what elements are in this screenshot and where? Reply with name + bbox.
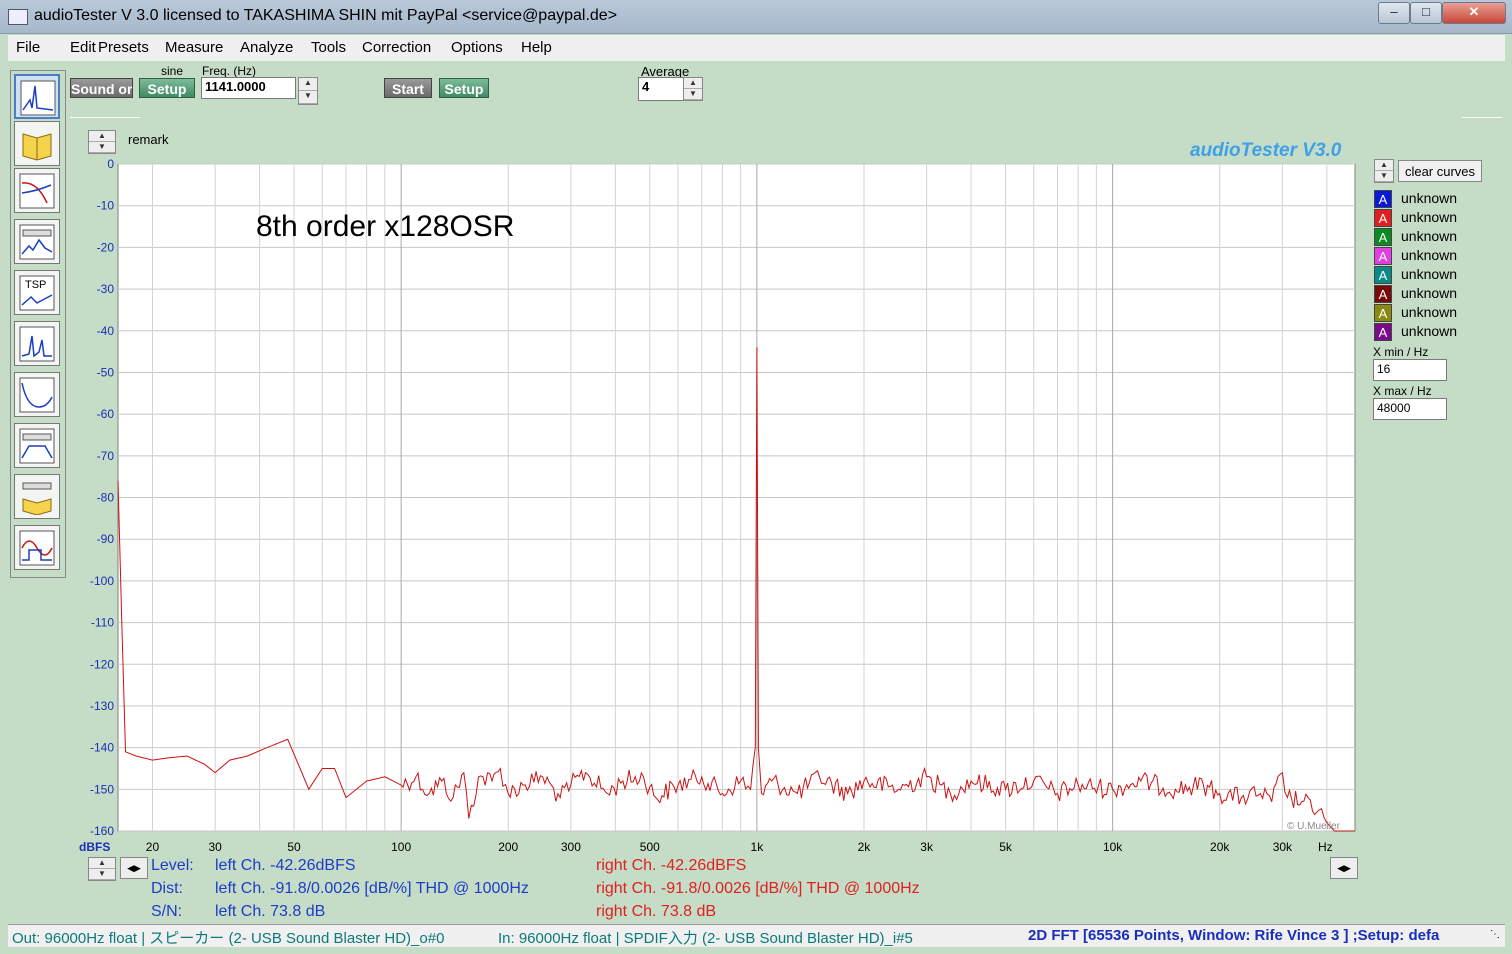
y-axis: 0 -10 -20 -30 -40 -50 -60 -70 -80 -90 -100 -110 -120…: [90, 157, 114, 838]
level-left: left Ch. -42.26dBFS: [215, 857, 356, 874]
sn-right: right Ch. 73.8 dB: [596, 903, 717, 920]
x-tick-label: 3k: [920, 840, 934, 854]
y-tick-label: -90: [97, 532, 115, 546]
spin-up-icon[interactable]: ▲: [89, 858, 115, 869]
xmax-input[interactable]: 48000: [1373, 398, 1447, 420]
curves-spinner[interactable]: ▲ ▼: [1374, 159, 1394, 183]
y-tick-label: -50: [97, 365, 115, 379]
dist-right: right Ch. -91.8/0.0026 [dB/%] THD @ 1000…: [596, 880, 920, 897]
status-input: In: 96000Hz float | SPDIF入力 (2- USB Soun…: [498, 930, 913, 947]
legend-swatch[interactable]: A: [1374, 266, 1392, 284]
legend-label: unknown: [1401, 247, 1458, 263]
y-tick-label: 0: [107, 157, 114, 171]
x-tick-label: 30k: [1273, 840, 1293, 854]
y-tick-label: -20: [97, 240, 115, 254]
y-tick-label: -60: [97, 407, 115, 421]
x-tick-label: 100: [391, 840, 411, 854]
x-tick-label: 50: [287, 840, 301, 854]
fft-chart[interactable]: 0 -10 -20 -30 -40 -50 -60 -70 -80 -90 -100 -110 -120…: [0, 0, 1512, 954]
dist-label: Dist:: [151, 880, 183, 897]
sn-label: S/N:: [151, 903, 183, 920]
y-tick-label: -110: [91, 616, 114, 630]
legend-swatch[interactable]: A: [1374, 323, 1392, 341]
xmin-input[interactable]: 16: [1373, 359, 1447, 381]
clear-curves-button[interactable]: clear curves: [1398, 160, 1482, 182]
dist-left: left Ch. -91.8/0.0026 [dB/%] THD @ 1000H…: [215, 880, 529, 897]
stats-spinner[interactable]: ▲ ▼: [88, 857, 116, 881]
sn-left: left Ch. 73.8 dB: [215, 903, 326, 920]
legend-swatch[interactable]: A: [1374, 190, 1392, 208]
y-tick-label: -30: [97, 282, 115, 296]
legend-swatch[interactable]: A: [1374, 209, 1392, 227]
x-tick-label: 500: [640, 840, 660, 854]
y-tick-label: -150: [90, 782, 114, 796]
legend-label: unknown: [1401, 304, 1458, 320]
x-tick-label: 300: [561, 840, 581, 854]
scroll-left-button[interactable]: ◀▶: [120, 857, 148, 879]
xmax-label: X max / Hz: [1373, 384, 1432, 398]
x-axis: 20 30 50 100 200 300 500 1k 2k 3k 5k 10k 20k 30k: [146, 840, 1293, 854]
copyright-label: © U.Mueller: [1287, 821, 1341, 832]
x-tick-label: 20: [146, 840, 160, 854]
x-tick-label: 5k: [999, 840, 1013, 854]
x-tick-label: 20k: [1210, 840, 1230, 854]
legend-swatch[interactable]: A: [1374, 285, 1392, 303]
legend-label: unknown: [1401, 266, 1458, 282]
spin-up-icon[interactable]: ▲: [1375, 160, 1393, 171]
x-tick-label: 2k: [858, 840, 872, 854]
y-tick-label: -140: [90, 741, 114, 755]
y-tick-label: -160: [90, 824, 114, 838]
y-tick-label: -10: [97, 199, 115, 213]
legend-label: unknown: [1401, 228, 1458, 244]
status-output: Out: 96000Hz float | スピーカー (2- USB Sound…: [12, 930, 445, 947]
xmin-label: X min / Hz: [1373, 345, 1429, 359]
y-tick-label: -80: [97, 491, 115, 505]
level-label: Level:: [151, 857, 194, 874]
x-tick-label: 200: [498, 840, 518, 854]
legend-swatch[interactable]: A: [1374, 304, 1392, 322]
legend-label: unknown: [1401, 209, 1458, 225]
legend-label: unknown: [1401, 323, 1458, 339]
x-tick-label: 1k: [751, 840, 765, 854]
chevron-right-icon: ◀▶: [1337, 863, 1351, 873]
legend-swatch[interactable]: A: [1374, 247, 1392, 265]
spin-down-icon[interactable]: ▼: [1375, 171, 1393, 182]
y-tick-label: -40: [97, 324, 115, 338]
y-tick-label: -120: [90, 657, 114, 671]
resize-grip-icon[interactable]: ⋱: [1490, 929, 1502, 941]
y-tick-label: -100: [90, 574, 114, 588]
chevron-left-icon: ◀▶: [127, 863, 141, 873]
x-unit-label: Hz: [1318, 840, 1333, 854]
legend-swatch[interactable]: A: [1374, 228, 1392, 246]
legend-label: unknown: [1401, 190, 1458, 206]
x-tick-label: 30: [208, 840, 222, 854]
legend-label: unknown: [1401, 285, 1458, 301]
x-tick-label: 10k: [1103, 840, 1123, 854]
status-bar: Out: 96000Hz float | スピーカー (2- USB Sound…: [8, 924, 1505, 947]
y-tick-label: -70: [97, 449, 115, 463]
level-right: right Ch. -42.26dBFS: [596, 857, 747, 874]
spin-down-icon[interactable]: ▼: [89, 869, 115, 880]
y-unit-label: dBFS: [79, 840, 110, 854]
status-mode: 2D FFT [65536 Points, Window: Rife Vince…: [1028, 927, 1440, 944]
y-tick-label: -130: [90, 699, 114, 713]
chart-annotation: 8th order x128OSR: [256, 210, 514, 243]
scroll-right-button[interactable]: ◀▶: [1330, 857, 1358, 879]
